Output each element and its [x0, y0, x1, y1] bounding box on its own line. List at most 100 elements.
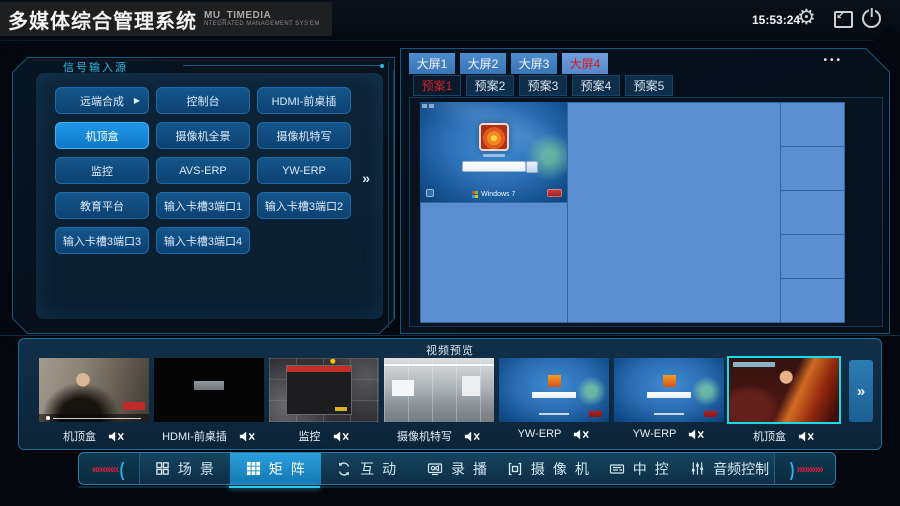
screen-tabs: 大屏1大屏2大屏3大屏4 [409, 53, 608, 74]
wall-divider [780, 146, 845, 147]
thumbnail-label: HDMI-前桌插 [162, 428, 227, 444]
source-button-1[interactable]: 远端合成▶ [55, 87, 149, 114]
source-button-10[interactable]: 教育平台 [55, 192, 149, 219]
source-button-5[interactable]: 摄像机全景 [156, 122, 250, 149]
nav-item-4[interactable]: 录播 [412, 453, 503, 484]
thumbnail-caption: YW-ERP [499, 428, 609, 440]
source-button-13[interactable]: 输入卡槽3端口3 [55, 227, 149, 254]
win7-shutdown-button[interactable] [547, 189, 562, 197]
play-icon: ▶ [134, 96, 140, 105]
video-thumbnail[interactable] [269, 358, 379, 422]
record-icon [427, 461, 443, 477]
nav-item-label: 场景 [178, 459, 222, 479]
power-icon[interactable] [862, 9, 881, 28]
source-button-8[interactable]: AVS-ERP [156, 157, 250, 184]
thumbnail-caption: 机顶盒 [729, 428, 839, 444]
video-wall-grid[interactable]: Windows 7 [420, 102, 845, 323]
nav-item-6[interactable]: 中控 [593, 453, 684, 484]
thumbnail-caption: 机顶盒 [39, 428, 149, 444]
thumbnail-label: 监控 [299, 428, 321, 444]
nav-item-2[interactable]: 矩阵 [230, 453, 321, 484]
grid2x2-icon [155, 461, 170, 476]
nav-item-7[interactable]: 音频控制 [684, 453, 775, 484]
mute-icon[interactable] [798, 431, 815, 442]
video-thumbnail[interactable] [384, 358, 494, 422]
video-thumbnail[interactable] [614, 358, 724, 422]
clock: 15:53:24 [752, 13, 800, 27]
more-menu-icon[interactable]: ••• [823, 55, 843, 66]
surveillance-window [286, 365, 352, 415]
mute-icon[interactable] [573, 429, 590, 440]
console-icon [609, 461, 625, 477]
source-button-14[interactable]: 输入卡槽3端口4 [156, 227, 250, 254]
source-button-2[interactable]: 控制台 [156, 87, 250, 114]
source-grid: 远端合成▶ 控制台 HDMI-前桌插机顶盒摄像机全景摄像机特写监控 AVS-ERP YW… [55, 87, 351, 254]
source-button-11[interactable]: 输入卡槽3端口1 [156, 192, 250, 219]
app-title: 多媒体综合管理系统 [8, 5, 197, 34]
screen-tab-4[interactable]: 大屏4 [562, 53, 608, 74]
source-button-label: AVS-ERP [179, 165, 226, 177]
source-button-label: 控制台 [187, 93, 220, 109]
plan-tab-3[interactable]: 预案3 [519, 75, 567, 96]
video-thumbnail[interactable] [499, 358, 609, 422]
win7-login-preview[interactable]: Windows 7 [420, 102, 567, 202]
settings-gear-icon[interactable]: ⚙ [797, 5, 816, 30]
app-subtitle: MU_TIMEDIA NTEGRATED MANAGEMENT SYS'EM [204, 10, 320, 28]
nav-item-5[interactable]: 摄像机 [502, 453, 593, 484]
video-thumbnail[interactable] [39, 358, 149, 422]
source-button-3[interactable]: HDMI-前桌插 [257, 87, 351, 114]
plan-tab-2[interactable]: 预案2 [466, 75, 514, 96]
panel-connector-line [388, 62, 389, 328]
camera-icon [507, 461, 523, 477]
source-button-6[interactable]: 摄像机特写 [257, 122, 351, 149]
win7-brand: Windows 7 [420, 191, 567, 198]
source-button-9[interactable]: YW-ERP [257, 157, 351, 184]
source-button-container: 远端合成▶ 控制台 HDMI-前桌插机顶盒摄像机全景摄像机特写监控 AVS-ERP YW… [36, 73, 383, 319]
app-title-block: 多媒体综合管理系统 MU_TIMEDIA NTEGRATED MANAGEMEN… [0, 2, 332, 36]
win7-avatar [479, 123, 509, 151]
nav-item-3[interactable]: 互动 [321, 453, 412, 484]
mute-icon[interactable] [239, 431, 256, 442]
plan-tab-5[interactable]: 预案5 [625, 75, 673, 96]
screen-tab-1[interactable]: 大屏1 [409, 53, 455, 74]
win7-password-field[interactable] [462, 161, 526, 172]
section-divider [0, 335, 900, 336]
wall-divider [567, 102, 568, 323]
plan-tabs: 预案1预案2预案3预案4预案5 [413, 75, 673, 96]
preview-item-6: YW-ERP [614, 358, 724, 444]
nav-left-decoration: ««««« ( [79, 453, 140, 484]
thumbnail-caption: 监控 [269, 428, 379, 444]
thumbnail-label: 机顶盒 [753, 428, 786, 444]
plan-tab-1[interactable]: 预案1 [413, 75, 461, 96]
app-subtitle-line2: NTEGRATED MANAGEMENT SYS'EM [204, 21, 320, 28]
nav-item-label: 摄像机 [531, 459, 597, 479]
arc-right-icon: ) [790, 457, 795, 479]
mute-icon[interactable] [464, 431, 481, 442]
source-button-4[interactable]: 机顶盒 [55, 122, 149, 149]
video-thumbnail[interactable] [154, 358, 264, 422]
video-thumbnail[interactable] [729, 358, 839, 422]
screen-tab-3[interactable]: 大屏3 [511, 53, 557, 74]
panel-connector-line [393, 70, 394, 320]
loop-icon [336, 461, 352, 477]
top-bar: 多媒体综合管理系统 MU_TIMEDIA NTEGRATED MANAGEMEN… [0, 0, 900, 41]
restore-window-icon[interactable]: ↙ [834, 11, 853, 28]
win7-go-button[interactable] [526, 161, 538, 173]
mute-icon[interactable] [108, 431, 125, 442]
nav-items: 场景矩阵互动录播摄像机中控音频控制 [139, 453, 775, 484]
nav-item-1[interactable]: 场景 [139, 453, 230, 484]
mute-icon[interactable] [333, 431, 350, 442]
header-decor-line [183, 65, 382, 66]
plan-tab-4[interactable]: 预案4 [572, 75, 620, 96]
thumbnail-caption: 摄像机特写 [384, 428, 494, 444]
preview-item-1: 机顶盒 [39, 358, 149, 444]
screen-tab-2[interactable]: 大屏2 [460, 53, 506, 74]
arc-left-icon: ( [120, 457, 125, 479]
source-button-7[interactable]: 监控 [55, 157, 149, 184]
wall-divider [780, 102, 781, 323]
source-button-12[interactable]: 输入卡槽3端口2 [257, 192, 351, 219]
mute-icon[interactable] [688, 429, 705, 440]
expand-panel-icon[interactable]: » [362, 170, 370, 186]
more-thumbnails-button[interactable]: » [849, 360, 873, 422]
video-wall-panel: ••• 大屏1大屏2大屏3大屏4 预案1预案2预案3预案4预案5 Windows… [400, 48, 890, 334]
